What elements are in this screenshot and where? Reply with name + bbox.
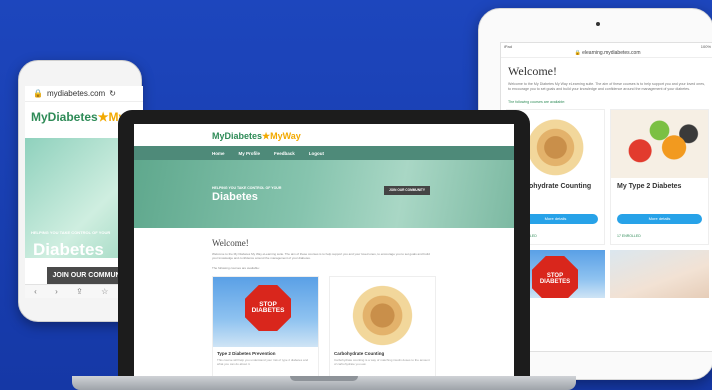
share-icon[interactable]: ⇪ xyxy=(76,287,83,296)
laptop-welcome-heading: Welcome! xyxy=(212,238,249,248)
laptop-join-button[interactable]: JOIN OUR COMMUNITY xyxy=(384,186,430,195)
laptop-logo[interactable]: MyDiabetes★MyWay xyxy=(134,124,514,146)
phone-hero-tagline: HELPING YOU TAKE CONTROL OF YOUR xyxy=(31,230,111,235)
carbohydrate-food-image xyxy=(330,277,435,347)
back-icon[interactable]: ‹ xyxy=(34,287,37,296)
laptop-course-list: STOP DIABETES Type 2 Diabetes Prevention… xyxy=(134,272,514,382)
phone-url: mydiabetes.com xyxy=(46,89,106,98)
laptop-intro-text: Welcome to the My Diabetes My Way eLearn… xyxy=(212,252,430,260)
laptop-hero-tagline: HELPING YOU TAKE CONTROL OF YOUR xyxy=(212,186,282,190)
hand-image[interactable] xyxy=(610,250,709,298)
star-icon: ★ xyxy=(97,110,109,124)
star-icon: ★ xyxy=(262,131,271,141)
lock-icon: 🔒 xyxy=(574,50,581,56)
laptop-screen: MyDiabetes★MyWay Home My Profile Feedbac… xyxy=(134,124,514,382)
nav-home[interactable]: Home xyxy=(212,151,225,156)
lock-icon: 🔒 xyxy=(33,89,43,98)
course-title: My Type 2 Diabetes xyxy=(617,183,682,190)
tablet-course-row-2: STOP DIABETES xyxy=(501,248,712,300)
phone-hero-title: Diabetes xyxy=(33,240,104,259)
course-description: Carbohydrate counting is a way of matchi… xyxy=(334,358,430,366)
fruit-and-meter-image xyxy=(611,110,708,178)
course-title: Carbohydrate Counting xyxy=(334,351,385,356)
tablet-status-left: iPad xyxy=(504,44,513,49)
nav-feedback[interactable]: Feedback xyxy=(274,151,295,156)
bookmark-icon[interactable]: ☆ xyxy=(101,287,108,296)
stop-sign-icon: STOP DIABETES xyxy=(532,256,578,298)
more-details-button[interactable]: More details xyxy=(617,214,702,224)
course-card-type2[interactable]: My Type 2 Diabetes More details 17 ENROL… xyxy=(610,109,709,245)
laptop-hero: HELPING YOU TAKE CONTROL OF YOUR Diabete… xyxy=(134,160,514,228)
tablet-address-bar[interactable]: 🔒 elearning.mydiabetes.com xyxy=(501,49,712,58)
enrolled-count: 17 ENROLLED xyxy=(617,234,641,238)
course-card-prevention[interactable]: STOP DIABETES Type 2 Diabetes Prevention… xyxy=(212,276,319,382)
tablet-welcome-heading: Welcome! xyxy=(508,64,558,78)
course-description: This course will help you understand you… xyxy=(217,358,309,366)
laptop-notch xyxy=(290,376,358,381)
tablet-camera xyxy=(596,22,600,26)
tablet-status-right: 100% xyxy=(700,44,711,49)
stop-sign-icon: STOP DIABETES xyxy=(245,285,291,331)
laptop-nav: Home My Profile Feedback Logout xyxy=(134,146,514,160)
reload-icon[interactable]: ↻ xyxy=(109,89,116,98)
tablet-url: elearning.mydiabetes.com xyxy=(582,50,641,56)
tablet-intro-text: Welcome to the My Diabetes My Way eLearn… xyxy=(508,82,706,91)
tablet-available-text: The following courses are available: xyxy=(508,100,566,104)
stop-diabetes-image: STOP DIABETES xyxy=(213,277,318,347)
course-title: Type 2 Diabetes Prevention xyxy=(217,351,276,356)
forward-icon[interactable]: › xyxy=(55,287,58,296)
laptop-hero-title: Diabetes xyxy=(212,191,258,203)
nav-my-profile[interactable]: My Profile xyxy=(239,151,261,156)
course-card-carbohydrate[interactable]: Carbohydrate Counting Carbohydrate count… xyxy=(329,276,436,382)
nav-logout[interactable]: Logout xyxy=(309,151,324,156)
tablet-course-list: Carbohydrate Counting More details 15 EN… xyxy=(501,106,712,248)
tablet-screen: iPad 100% 🔒 elearning.mydiabetes.com Wel… xyxy=(500,42,712,352)
phone-address-bar[interactable]: 🔒 mydiabetes.com ↻ xyxy=(25,86,143,102)
